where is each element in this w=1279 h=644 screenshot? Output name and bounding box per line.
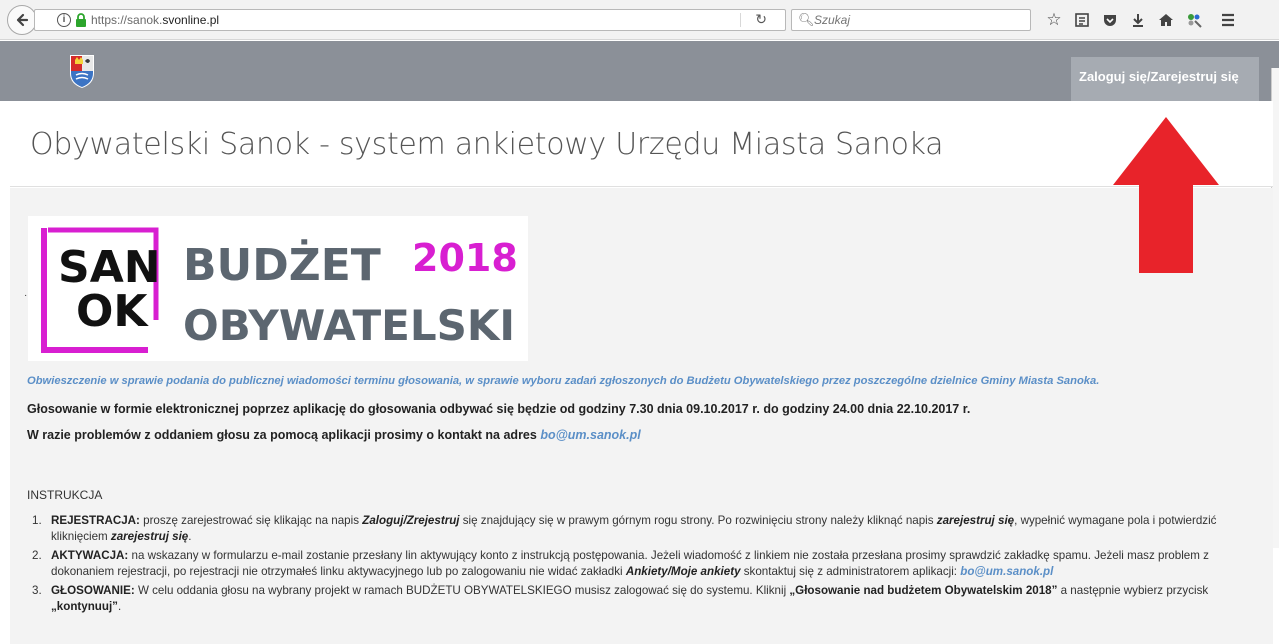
toolbar-icons: ☆ [1040,8,1242,32]
contact-info: W razie problemów z oddaniem głosu za po… [27,428,641,442]
instruction-emphasis: zarejestruj się [936,514,1015,527]
voting-info: Głosowanie w formie elektronicznej poprz… [27,402,971,416]
instruction-bold: „Głosowanie nad budżetem Obywatelskim 20… [789,584,1058,597]
lock-icon [76,13,86,27]
instruction-item-registration: 1. REJESTRACJA: proszę zarejestrować się … [27,513,1253,545]
instruction-text: skontaktuj się z administratorem aplikac… [740,565,961,578]
instruction-label: GŁOSOWANIE: [51,584,135,597]
instruction-text: się znajdujący się w prawym górnym rogu … [459,514,937,527]
home-icon[interactable] [1152,8,1180,32]
admin-email-link[interactable]: bo@um.sanok.pl [960,565,1053,578]
pocket-icon[interactable] [1096,8,1124,32]
banner-dot: · [24,290,28,301]
instruction-text: a następnie wybierz przycisk [1057,584,1209,597]
title-bar: Obywatelski Sanok - system ankietowy Urz… [10,101,1273,187]
instruction-text: . [188,530,192,543]
instruction-number: 3. [32,584,42,597]
banner-sanok-bottom: OK [76,286,149,337]
instruction-bold: „kontynuuj” [51,600,118,613]
menu-icon[interactable] [1214,8,1242,32]
instruction-emphasis: zarejestruj się [110,530,189,543]
instruction-item-voting: 3. GŁOSOWANIE: W celu oddania głosu na wy… [27,583,1253,615]
banner-year: 2018 [412,236,518,280]
reading-list-icon[interactable] [1068,8,1096,32]
instruction-emphasis: Ankiety/Moje ankiety [625,565,741,578]
url-separator [740,13,741,27]
search-icon: 🔍︎ [798,12,815,27]
contact-email-link[interactable]: bo@um.sanok.pl [540,428,640,442]
site-header: Zaloguj się/Zarejestruj się [0,41,1279,101]
instruction-number: 1. [32,514,42,527]
banner-budzet: BUDŻET [183,238,381,291]
search-bar[interactable]: 🔍︎ [791,9,1031,31]
bookmark-star-icon[interactable]: ☆ [1040,8,1068,32]
page-title: Obywatelski Sanok - system ankietowy Urz… [30,127,944,162]
instruction-number: 2. [32,549,42,562]
instruction-label: AKTYWACJA: [51,549,129,562]
download-icon[interactable] [1124,8,1152,32]
budget-banner: · SAN OK BUDŻET 2018 OBYWATELSKI [24,216,528,361]
reload-icon[interactable]: ↻ [755,11,767,28]
instruction-emphasis: Zaloguj/Zrejestruj [362,514,460,527]
banner-obywatelski: OBYWATELSKI [183,301,515,350]
url-domain: svonline.pl [162,13,220,27]
back-button[interactable] [7,5,37,35]
budget-banner-image: SAN OK BUDŻET 2018 OBYWATELSKI [41,227,518,353]
extensions-icon[interactable] [1180,8,1208,32]
url-text[interactable]: https://sanok.svonline.pl [91,13,219,27]
instruction-text: proszę zarejestrować się klikając na nap… [139,514,363,527]
instruction-label: REJESTRACJA: [51,514,140,527]
url-bar[interactable]: i https://sanok.svonline.pl ↻ [34,9,786,31]
instruction-item-activation: 2. AKTYWACJA: na wskazany w formularzu e-… [27,548,1253,580]
search-input[interactable] [814,12,1024,28]
instructions-heading: INSTRUKCJA [27,488,103,502]
login-register-button[interactable]: Zaloguj się/Zarejestruj się [1071,57,1259,101]
red-pointer-arrow-icon [1113,117,1219,273]
url-prefix: https://sanok. [91,13,163,27]
main-content: · SAN OK BUDŻET 2018 OBYWATELSKI Obwiesz… [10,188,1273,644]
notice-link[interactable]: Obwieszczenie w sprawie podania do publi… [27,375,1099,387]
back-arrow-icon [16,13,29,27]
instructions-list: 1. REJESTRACJA: proszę zarejestrować się … [27,513,1253,618]
city-crest-logo[interactable] [67,53,97,89]
instruction-text: . [117,600,122,613]
instruction-text: W celu oddania głosu na wybrany projekt … [134,584,790,597]
browser-toolbar: i https://sanok.svonline.pl ↻ 🔍︎ ☆ [0,0,1279,40]
info-icon[interactable]: i [57,13,71,27]
contact-text: W razie problemów z oddaniem głosu za po… [27,428,541,442]
